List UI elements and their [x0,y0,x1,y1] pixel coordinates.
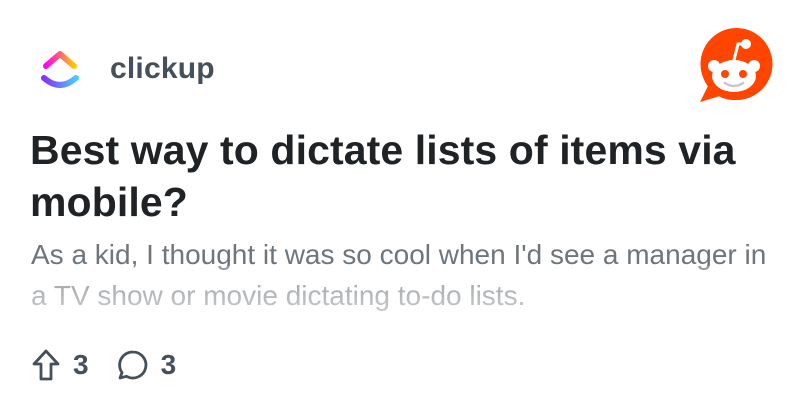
comment-stat[interactable]: 3 [117,349,177,381]
clickup-logo-icon[interactable] [38,44,82,96]
post-title[interactable]: Best way to dictate lists of items via m… [30,124,770,228]
post-excerpt: As a kid, I thought it was so cool when … [31,239,767,311]
upvote-arrow-icon[interactable] [31,348,61,382]
comment-count: 3 [160,349,177,380]
community-name[interactable]: clickup [110,51,215,87]
comment-bubble-icon[interactable] [117,349,149,381]
upvote-count: 3 [73,349,89,380]
post-stats: 3 3 [31,345,204,385]
upvote-stat[interactable]: 3 [31,348,89,382]
reddit-logo-icon[interactable] [694,28,774,104]
